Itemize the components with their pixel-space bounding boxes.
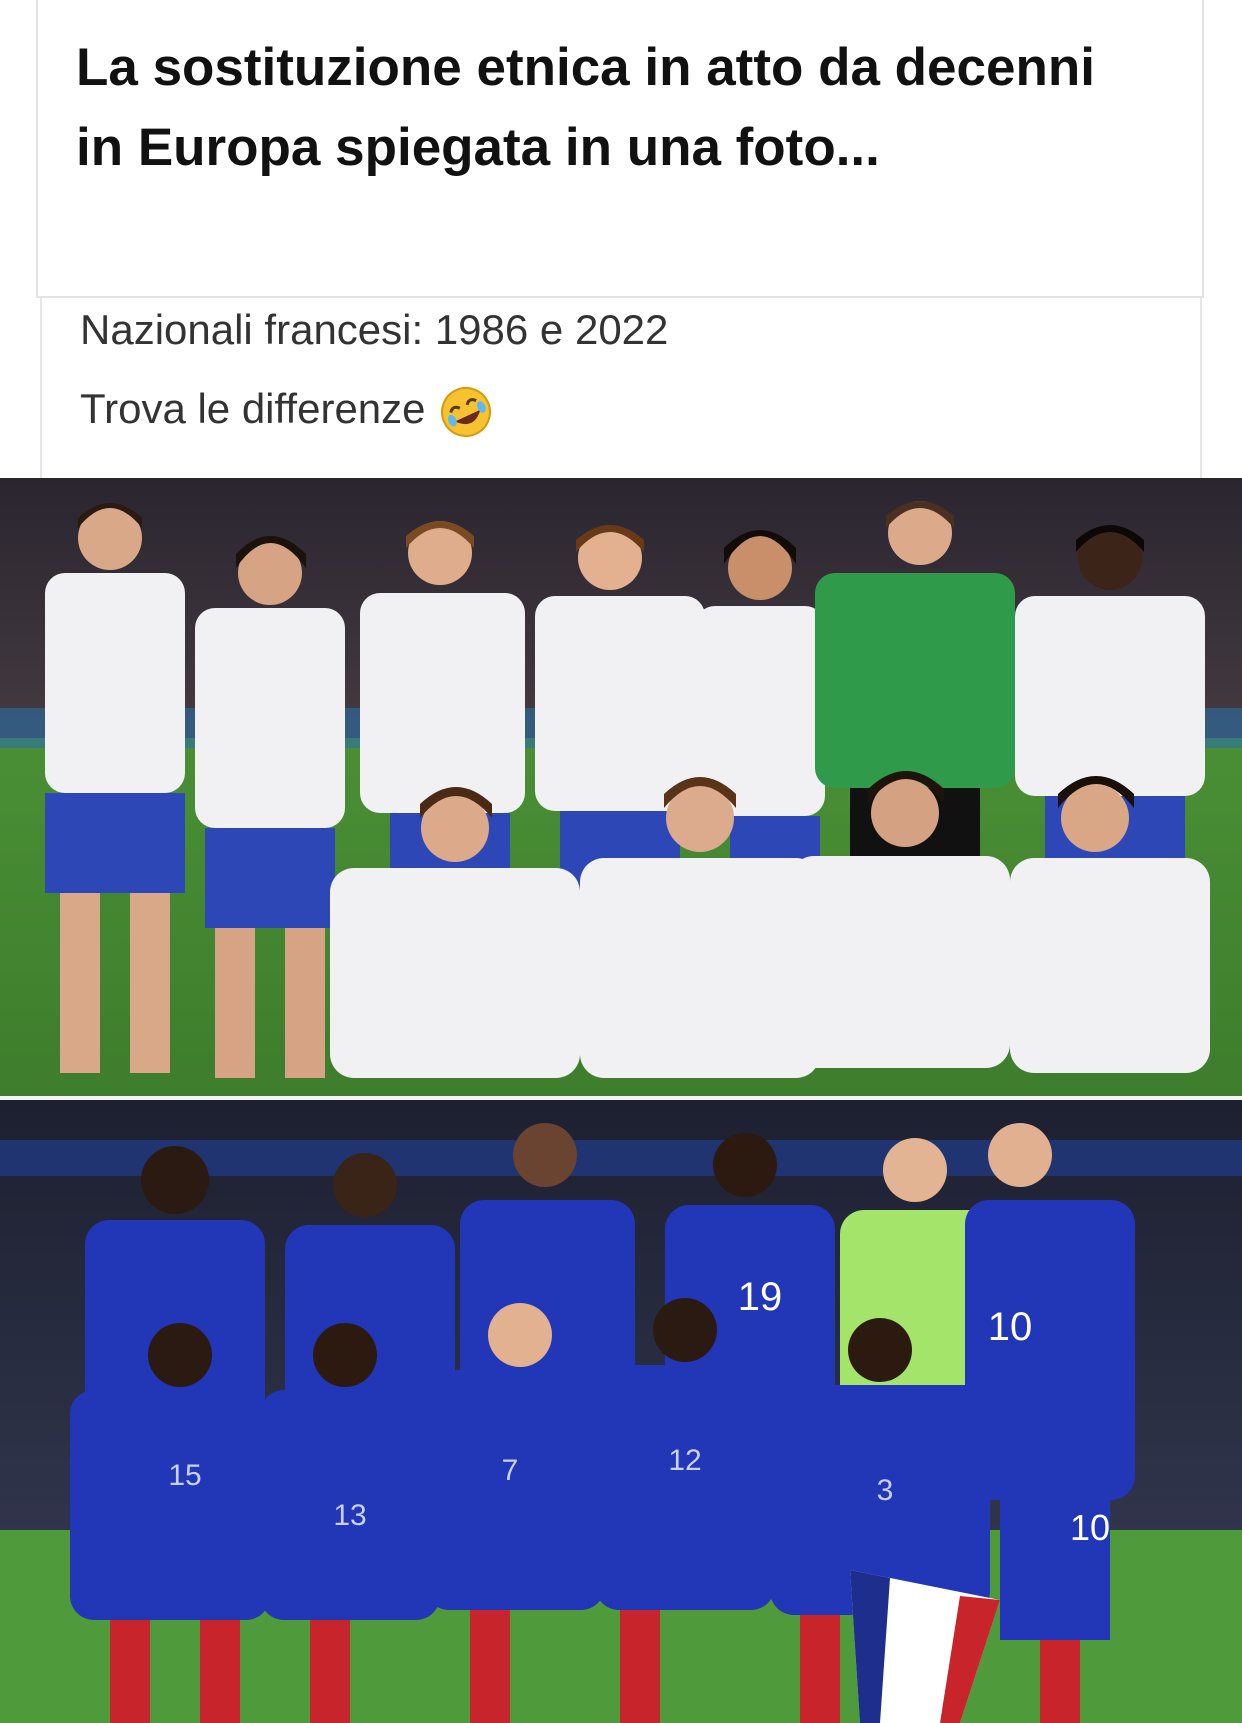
jersey-number: 10 — [988, 1305, 1033, 1349]
jersey-number: 13 — [333, 1499, 366, 1532]
subtitle-line-2: Trova le differenze — [80, 384, 494, 440]
rolling-on-floor-laughing-icon — [438, 384, 494, 440]
2022-team-photo: 19 10 10 15 13 7 12 3 — [0, 1100, 1242, 1723]
jersey-number: 3 — [877, 1474, 894, 1507]
jersey-number: 12 — [668, 1444, 701, 1477]
jersey-number: 19 — [738, 1275, 783, 1319]
post-title-card: La sostituzione etnica in atto da decenn… — [36, 0, 1204, 298]
1986-team-photo — [0, 478, 1242, 1098]
shorts-number: 10 — [1070, 1507, 1110, 1548]
post-title: La sostituzione etnica in atto da decenn… — [76, 38, 1095, 177]
subtitle-line-1: Nazionali francesi: 1986 e 2022 — [80, 306, 669, 353]
subtitle-line-2-text: Trova le differenze — [80, 385, 426, 433]
jersey-number: 7 — [502, 1454, 519, 1487]
jersey-number: 15 — [168, 1459, 201, 1492]
post-subtitle-card: Nazionali francesi: 1986 e 2022 Trova le… — [40, 298, 1202, 478]
